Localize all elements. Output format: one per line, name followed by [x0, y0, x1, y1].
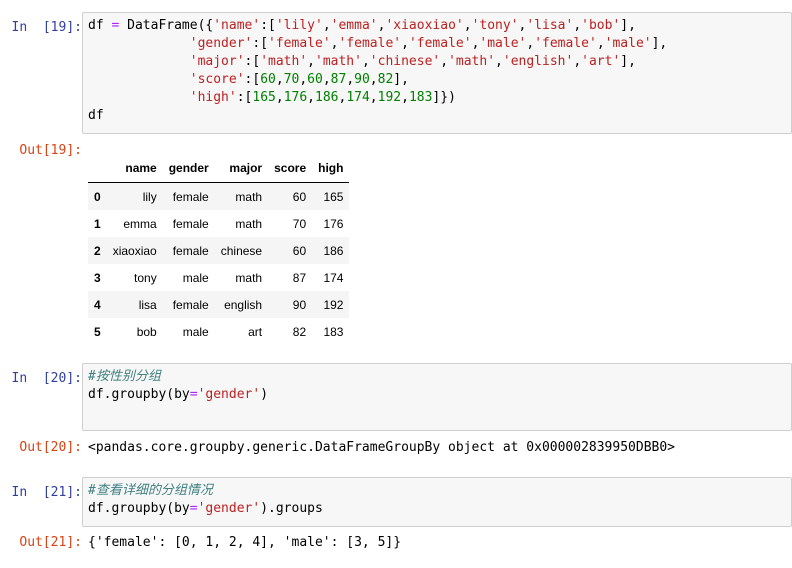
input-prompt-20: In [20]:: [11, 371, 82, 386]
row-index: 1: [94, 216, 101, 231]
cell-name: lisa: [138, 297, 157, 312]
cell-name: xiaoxiao: [112, 243, 157, 258]
code-line: df.groupby(by='gender').groups: [88, 501, 323, 516]
code-editor-19[interactable]: df = DataFrame({'name':['lily','emma','x…: [82, 12, 792, 134]
cell-major: math: [235, 270, 263, 285]
cell-major: chinese: [220, 243, 263, 258]
column-header-name: name: [106, 154, 163, 183]
output-prompt-19: Out[19]:: [19, 143, 82, 158]
row-index: 4: [94, 297, 101, 312]
cell-major: math: [235, 189, 263, 204]
code-line-4: 'score':[60,70,60,87,90,82],: [189, 72, 409, 87]
row-index: 2: [94, 243, 101, 258]
cell-gender: female: [172, 216, 209, 231]
cell-score: 90: [292, 297, 307, 312]
column-header-high: high: [312, 154, 350, 183]
code-line-6: df: [88, 108, 104, 123]
cell-score: 60: [292, 189, 307, 204]
cell-high: 186: [323, 243, 344, 258]
dataframe-table: name gender major score high 0 lily fema…: [88, 154, 350, 345]
cell-major: math: [235, 216, 263, 231]
cell-gender: female: [172, 243, 209, 258]
table-row: 5 bob male art 82 183: [88, 318, 349, 345]
cell-score: 82: [292, 324, 307, 339]
cell-gender: male: [182, 270, 209, 285]
cell-high: 176: [323, 216, 344, 231]
index-header: [88, 154, 107, 183]
row-index: 3: [94, 270, 101, 285]
code-comment: #查看详细的分组情况: [88, 483, 213, 498]
cell-gender: female: [172, 189, 209, 204]
row-index: 5: [94, 324, 101, 339]
cell-score: 60: [292, 243, 307, 258]
code-line: df.groupby(by='gender'): [88, 387, 269, 402]
code-editor-21[interactable]: #查看详细的分组情况 df.groupby(by='gender').group…: [82, 477, 792, 527]
code-comment: #按性别分组: [88, 369, 161, 384]
cell-name: tony: [134, 270, 157, 285]
code-line-5: 'high':[165,176,186,174,192,183]}): [189, 90, 456, 105]
input-prompt-21: In [21]:: [11, 485, 82, 500]
cell-major: english: [224, 297, 263, 312]
cell-high: 192: [323, 297, 344, 312]
table-row: 3 tony male math 87 174: [88, 264, 349, 291]
table-row: 1 emma female math 70 176: [88, 210, 349, 237]
column-header-major: major: [214, 154, 269, 183]
code-line-2: 'gender':['female','female','female','ma…: [189, 36, 668, 51]
cell-high: 174: [323, 270, 344, 285]
cell-gender: female: [172, 297, 209, 312]
cell-name: lily: [142, 189, 157, 204]
cell-name: emma: [123, 216, 157, 231]
cell-high: 183: [323, 324, 344, 339]
cell-name: bob: [136, 324, 157, 339]
cell-gender: male: [182, 324, 209, 339]
output-text-21: {'female': [0, 1, 2, 4], 'male': [3, 5]}: [88, 535, 402, 550]
output-prompt-21: Out[21]:: [19, 535, 82, 550]
column-header-gender: gender: [162, 154, 215, 183]
output-prompt-20: Out[20]:: [19, 440, 82, 455]
input-prompt-19: In [19]:: [11, 20, 82, 35]
row-index: 0: [94, 189, 101, 204]
table-row: 2 xiaoxiao female chinese 60 186: [88, 237, 350, 264]
cell-high: 165: [323, 189, 344, 204]
column-header-score: score: [268, 154, 313, 183]
code-editor-20[interactable]: #按性别分组 df.groupby(by='gender'): [82, 363, 792, 431]
cell-major: art: [248, 324, 263, 339]
table-header-row: name gender major score high: [88, 154, 350, 183]
table-row: 0 lily female math 60 165: [88, 182, 350, 210]
code-line-1: df = DataFrame({'name':['lily','emma','x…: [88, 18, 636, 33]
code-line-3: 'major':['math','math','chinese','math',…: [189, 54, 636, 69]
table-row: 4 lisa female english 90 192: [88, 291, 350, 318]
cell-score: 70: [292, 216, 307, 231]
output-text-20: <pandas.core.groupby.generic.DataFrameGr…: [88, 440, 675, 455]
cell-score: 87: [292, 270, 307, 285]
